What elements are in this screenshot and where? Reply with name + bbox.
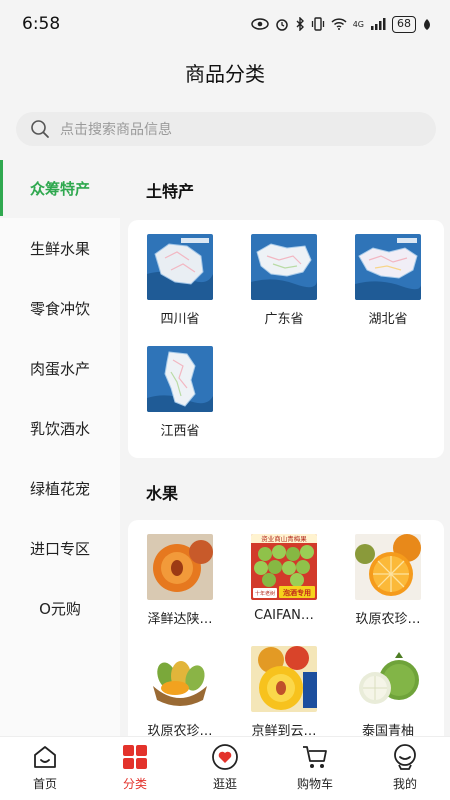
sidebar-item-label: O元购	[39, 599, 81, 618]
green-plum-photo: 资业商山青梅果十年老树 泡酒专用	[251, 534, 317, 600]
orange-photo	[355, 534, 421, 600]
cart-icon	[303, 746, 327, 768]
category-sidebar: 众筹特产 生鲜水果 零食冲饮 肉蛋水产 乳饮酒水 绿植花宠 进口专区 O元购	[0, 158, 120, 736]
sidebar-item-imports[interactable]: 进口专区	[0, 518, 120, 578]
plum-tag-text: 十年老树	[255, 590, 275, 597]
sidebar-item-label: 乳饮酒水	[29, 419, 90, 438]
sidebar-item-meat-eggs-seafood[interactable]: 肉蛋水产	[0, 338, 120, 398]
wifi-icon	[331, 18, 347, 30]
sidebar-item-label: 众筹特产	[29, 179, 90, 198]
mango-photo	[147, 646, 213, 712]
tab-label: 逛逛	[212, 777, 237, 791]
bluetooth-icon	[296, 17, 304, 31]
tab-label: 购物车	[296, 777, 333, 791]
eye-icon	[250, 18, 269, 30]
jiangxi-map-image	[147, 346, 213, 412]
product-tile-pomelo[interactable]: 泰国青柚	[336, 646, 440, 736]
product-name: 四川省	[160, 312, 200, 327]
sichuan-map-image	[147, 234, 213, 300]
product-name: 湖北省	[368, 312, 408, 327]
tab-label: 我的	[392, 777, 417, 791]
category-icon	[123, 745, 147, 769]
network-type: 4G	[352, 19, 364, 29]
signal-icon	[371, 18, 386, 30]
profile-icon	[394, 744, 416, 770]
sidebar-item-label: 绿植花宠	[29, 479, 90, 498]
product-name: 玖原农珍…	[355, 612, 421, 627]
sidebar-item-crowdfunding-specialty[interactable]: 众筹特产	[0, 158, 120, 218]
tab-label: 分类	[122, 777, 147, 791]
tab-profile[interactable]: 我的	[360, 737, 450, 800]
product-tile-guangdong[interactable]: 广东省	[232, 234, 336, 327]
peach-photo	[147, 534, 213, 600]
product-tile-jiangxi[interactable]: 江西省	[128, 346, 232, 439]
vibrate-icon	[311, 17, 324, 31]
tab-cart[interactable]: 购物车	[270, 737, 360, 800]
plum-banner-text: 资业商山青梅果	[261, 534, 307, 543]
product-name: CAIFAN…	[254, 608, 314, 623]
product-tile-orange[interactable]: 玖原农珍…	[336, 534, 440, 627]
sidebar-item-dairy-beverages-wine[interactable]: 乳饮酒水	[0, 398, 120, 458]
tab-label: 首页	[32, 777, 57, 791]
browse-heart-icon	[212, 744, 238, 770]
leaf-icon	[424, 18, 430, 30]
plum-label-text: 泡酒专用	[283, 588, 311, 597]
sidebar-item-label: 进口专区	[29, 539, 90, 558]
sidebar-item-label: 零食冲饮	[29, 299, 90, 318]
product-name: 泽鲜达陕…	[147, 612, 213, 627]
bottom-tab-bar: 首页 分类 逛逛 购物车 我的	[0, 736, 450, 800]
section-title-specialty: 土特产	[146, 182, 195, 201]
sidebar-item-fresh-fruit[interactable]: 生鲜水果	[0, 218, 120, 278]
search-placeholder: 点击搜索商品信息	[60, 122, 172, 138]
tab-browse[interactable]: 逛逛	[180, 737, 270, 800]
sidebar-item-zero-yuan[interactable]: O元购	[0, 578, 120, 638]
product-name: 广东省	[264, 312, 304, 327]
status-bar: 6:58 4G 68	[0, 0, 450, 48]
alarm-icon	[275, 19, 288, 31]
sidebar-item-snacks-drinks[interactable]: 零食冲饮	[0, 278, 120, 338]
product-tile-green-plum[interactable]: 资业商山青梅果十年老树 泡酒专用 CAIFAN…	[232, 534, 336, 623]
page-title: 商品分类	[185, 62, 265, 86]
category-content: 土特产 四川省 广东省 湖北省 江西省 水果 泽鲜达陕… 资业商山青梅果 十年老…	[120, 158, 450, 736]
product-tile-mango[interactable]: 玖原农珍…	[128, 646, 232, 736]
product-tile-peach[interactable]: 泽鲜达陕…	[128, 534, 232, 627]
sidebar-item-plants-flowers-pets[interactable]: 绿植花宠	[0, 458, 120, 518]
sidebar-item-label: 生鲜水果	[29, 239, 90, 258]
home-icon	[34, 746, 56, 768]
search-icon	[31, 120, 49, 138]
product-name: 泰国青柚	[361, 724, 414, 736]
product-tile-sichuan[interactable]: 四川省	[128, 234, 232, 327]
hubei-map-image	[355, 234, 421, 300]
tab-home[interactable]: 首页	[0, 737, 90, 800]
tab-category[interactable]: 分类	[90, 737, 180, 800]
battery-indicator: 68	[392, 15, 416, 33]
status-icons: 4G 68	[250, 15, 432, 33]
product-tile-hubei[interactable]: 湖北省	[336, 234, 440, 327]
sidebar-item-label: 肉蛋水产	[29, 359, 90, 378]
pomelo-photo	[355, 646, 421, 712]
section-title-fruit: 水果	[146, 484, 179, 503]
product-name: 江西省	[160, 424, 200, 439]
product-name: 京鲜到云…	[251, 724, 317, 736]
status-time: 6:58	[22, 14, 61, 34]
yellow-peach-photo	[251, 646, 317, 712]
fruit-card: 泽鲜达陕… 资业商山青梅果十年老树 泡酒专用 CAIFAN… 玖原农珍… 玖原农珍…	[128, 520, 444, 736]
guangdong-map-image	[251, 234, 317, 300]
product-name: 玖原农珍…	[147, 724, 213, 736]
specialty-card: 四川省 广东省 湖北省 江西省	[128, 220, 444, 458]
product-tile-yellow-peach[interactable]: 京鲜到云…	[232, 646, 336, 736]
search-bar[interactable]: 点击搜索商品信息	[16, 112, 436, 146]
